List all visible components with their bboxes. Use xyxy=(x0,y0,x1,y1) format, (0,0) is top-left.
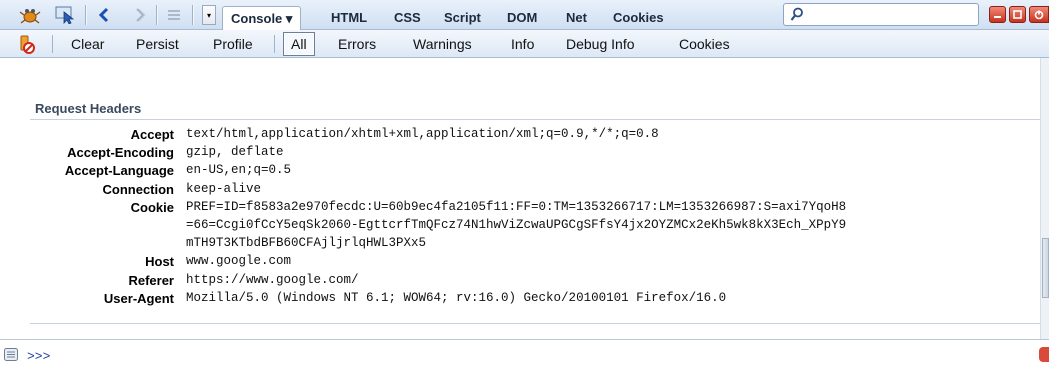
header-row: Accept-Language en-US,en;q=0.5 xyxy=(0,162,1040,179)
minimize-icon xyxy=(994,16,1001,18)
filter-cookies-button[interactable]: Cookies xyxy=(679,33,730,55)
vertical-scrollbar[interactable] xyxy=(1040,58,1049,339)
header-value: gzip, deflate xyxy=(186,145,284,160)
section-title: Request Headers xyxy=(35,101,142,116)
header-row: Referer https://www.google.com/ xyxy=(0,272,1040,289)
header-value: =66=Ccgi0fCcY5eqSk2060-EgttcrfTmQFcz74N1… xyxy=(186,218,847,232)
search-icon xyxy=(790,7,804,25)
header-name: Referer xyxy=(128,272,174,288)
filter-all-button[interactable]: All xyxy=(283,32,315,56)
minimize-button[interactable] xyxy=(989,6,1006,23)
main-toolbar: ▾ Console ▾ HTML CSS Script DOM Net Cook… xyxy=(0,0,1049,30)
header-row: Host www.google.com xyxy=(0,253,1040,270)
header-row: Cookie PREF=ID=f8583a2e970fecdc:U=60b9ec4… xyxy=(0,199,1040,216)
clear-console-icon[interactable] xyxy=(15,33,37,55)
header-value: en-US,en;q=0.5 xyxy=(186,163,292,178)
header-name: Connection xyxy=(102,181,175,197)
list-icon[interactable] xyxy=(164,4,184,26)
header-value: PREF=ID=f8583a2e970fecdc:U=60b9ec4fa2105… xyxy=(186,199,847,214)
header-row: mTH9T3KTbdBFB60CFAjljrlqHWL3PXx5 xyxy=(0,235,1040,252)
header-value: Mozilla/5.0 (Windows NT 6.1; WOW64; rv:1… xyxy=(186,290,727,305)
tab-cookies[interactable]: Cookies xyxy=(611,8,666,30)
header-row: Accept-Encoding gzip, deflate xyxy=(0,144,1040,161)
restore-icon xyxy=(1013,10,1022,19)
back-icon[interactable] xyxy=(94,4,114,26)
console-output: Request Headers Accept text/html,applicat… xyxy=(0,58,1040,339)
header-name: Accept-Encoding xyxy=(67,145,174,161)
section-divider xyxy=(30,119,1040,120)
command-prompt: >>> xyxy=(27,349,51,364)
header-name: Cookie xyxy=(130,199,174,215)
header-value: https://www.google.com/ xyxy=(186,272,359,287)
header-row: Accept text/html,application/xhtml+xml,ap… xyxy=(0,126,1040,143)
header-row: Connection keep-alive xyxy=(0,181,1040,198)
search-input[interactable] xyxy=(783,3,979,26)
header-value: text/html,application/xhtml+xml,applicat… xyxy=(186,127,659,141)
tab-dom[interactable]: DOM xyxy=(505,8,539,30)
filter-debug-info-button[interactable]: Debug Info xyxy=(566,33,635,55)
header-name: Host xyxy=(145,254,174,270)
firebug-icon[interactable] xyxy=(18,4,42,26)
filter-info-button[interactable]: Info xyxy=(511,33,534,55)
profile-button[interactable]: Profile xyxy=(213,33,253,55)
header-name: Accept xyxy=(130,127,174,142)
inspect-icon[interactable] xyxy=(54,4,76,26)
forward-icon[interactable] xyxy=(130,4,150,26)
header-name: Accept-Language xyxy=(64,163,174,179)
tab-net[interactable]: Net xyxy=(564,8,589,30)
tab-html[interactable]: HTML xyxy=(329,8,369,30)
firebug-panel: ▾ Console ▾ HTML CSS Script DOM Net Cook… xyxy=(0,0,1049,368)
header-name: User-Agent xyxy=(103,290,174,306)
command-line[interactable]: >>> xyxy=(0,339,1049,368)
section-divider-bottom xyxy=(30,323,1040,324)
console-toolbar: Clear Persist Profile All Errors Warning… xyxy=(0,30,1049,58)
command-line-icon[interactable] xyxy=(4,348,18,364)
header-row: =66=Ccgi0fCcY5eqSk2060-EgttcrfTmQFcz74N1… xyxy=(0,217,1040,234)
persist-button[interactable]: Persist xyxy=(136,33,179,55)
tab-css[interactable]: CSS xyxy=(392,8,423,30)
error-indicator-icon[interactable] xyxy=(1039,347,1049,362)
header-value: www.google.com xyxy=(186,254,292,269)
header-value: mTH9T3KTbdBFB60CFAjljrlqHWL3PXx5 xyxy=(186,236,427,251)
close-icon xyxy=(1034,10,1044,19)
header-row: User-Agent Mozilla/5.0 (Windows NT 6.1; W… xyxy=(0,290,1040,307)
dropdown-icon[interactable]: ▾ xyxy=(202,5,216,25)
filter-warnings-button[interactable]: Warnings xyxy=(413,33,472,55)
header-value: keep-alive xyxy=(186,181,262,196)
restore-button[interactable] xyxy=(1009,6,1026,23)
tab-console[interactable]: Console ▾ xyxy=(222,6,302,30)
close-button[interactable] xyxy=(1029,6,1049,23)
filter-errors-button[interactable]: Errors xyxy=(338,33,376,55)
clear-button[interactable]: Clear xyxy=(71,33,104,55)
tab-script[interactable]: Script xyxy=(442,8,483,30)
scrollbar-thumb[interactable] xyxy=(1042,238,1049,298)
